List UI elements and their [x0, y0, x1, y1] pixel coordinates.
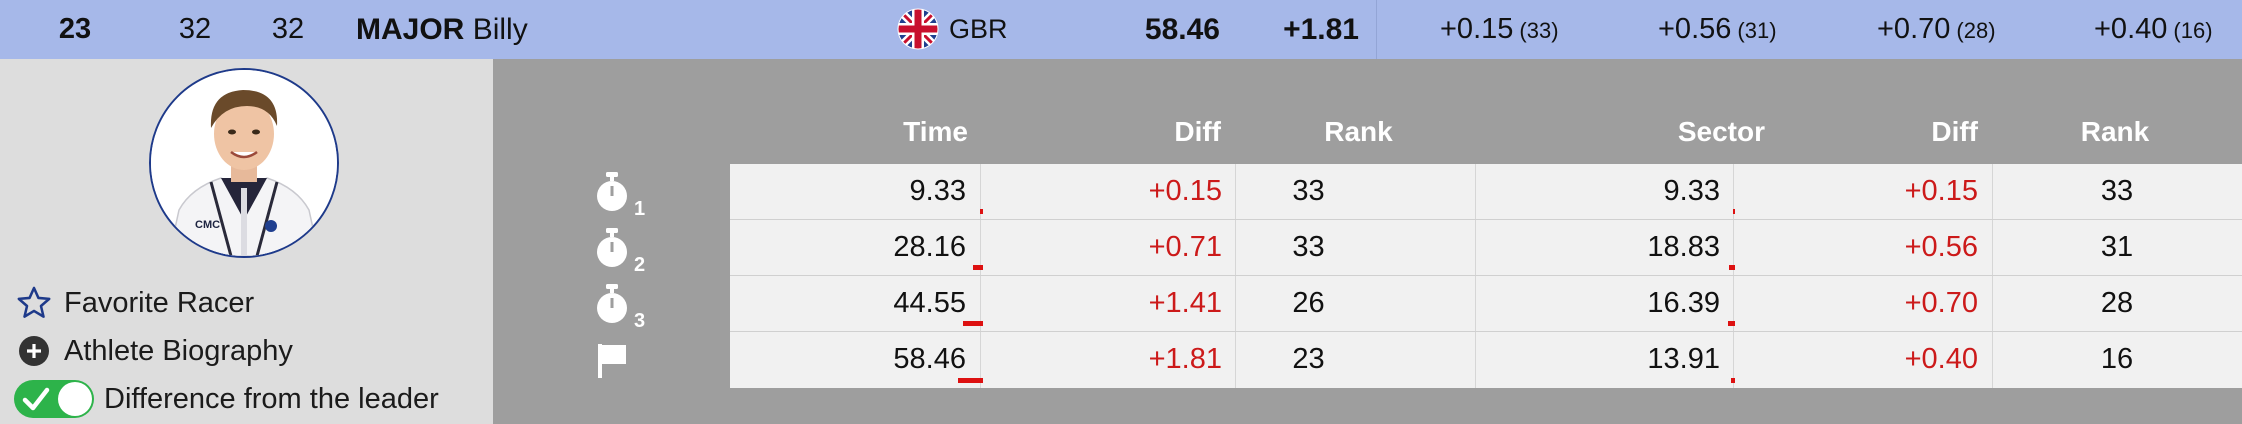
table-row[interactable]: 44.55 +1.41 26 16.39 +0.70 28 [730, 276, 2242, 332]
total-time: 58.46 [1144, 13, 1220, 46]
column-header-sector-rank: Rank [2080, 116, 2150, 147]
bib-number: 32 [178, 13, 212, 45]
athlete-name: MAJOR Billy [356, 0, 528, 59]
sector-rank-cell: 16 [2100, 343, 2134, 375]
athlete-biography-label: Athlete Biography [64, 334, 293, 367]
split-4-summary: +0.40 (16) [2094, 0, 2213, 59]
time-diff-indicator [973, 265, 983, 270]
split-1-marker: 1 [592, 170, 672, 226]
finish-marker [592, 340, 672, 396]
sector-rank-cell: 31 [2100, 231, 2134, 263]
difference-toggle-switch[interactable] [14, 380, 94, 418]
split-3-marker: 3 [592, 282, 672, 338]
split-rank: (33) [1519, 18, 1559, 43]
athlete-info-panel: CMC Favorite Racer Athlete Biography Dif… [0, 59, 493, 424]
sector-diff-cell: +0.15 [1904, 175, 1978, 207]
split-diff: +0.40 [2094, 13, 2168, 45]
diff-cell: +0.15 [1148, 175, 1222, 207]
time-diff-indicator [958, 378, 983, 383]
rank-cell: 26 [1292, 287, 1325, 319]
diff-cell: +1.41 [1148, 287, 1222, 319]
star-icon [14, 283, 54, 323]
time-cell: 44.55 [893, 287, 966, 319]
start-number: 32 [271, 13, 305, 45]
split-rank: (31) [1737, 18, 1777, 43]
total-diff: +1.81 [1283, 13, 1359, 46]
split-diff: +0.56 [1658, 13, 1732, 45]
table-row[interactable]: 58.46 +1.81 23 13.91 +0.40 16 [730, 332, 2242, 387]
split-number: 1 [634, 198, 646, 220]
split-times-table: 9.33 +0.15 33 9.33 +0.15 33 28.16 +0.71 … [730, 164, 2242, 388]
time-cell: 9.33 [909, 175, 966, 207]
sector-diff-cell: +0.70 [1904, 287, 1978, 319]
column-header-diff: Diff [1174, 116, 1221, 147]
favorite-racer-label: Favorite Racer [64, 286, 255, 319]
stopwatch-icon [597, 284, 627, 323]
toggle-knob [58, 382, 92, 416]
rank-cell: 33 [1292, 231, 1325, 263]
column-header-time: Time [903, 116, 968, 147]
time-diff-indicator [980, 209, 983, 214]
stopwatch-icon [597, 172, 627, 211]
nation-code: GBR [949, 14, 1008, 44]
sector-rank-cell: 33 [2100, 175, 2134, 207]
sector-diff-indicator [1733, 209, 1735, 214]
plus-circle-icon [14, 331, 54, 371]
split-2-summary: +0.56 (31) [1658, 0, 1777, 59]
column-header-sector: Sector [1677, 116, 1765, 147]
sector-cell: 9.33 [1663, 175, 1720, 207]
rank-cell: 33 [1292, 175, 1325, 207]
table-row[interactable]: 9.33 +0.15 33 9.33 +0.15 33 [730, 164, 2242, 220]
athlete-biography-button[interactable]: Athlete Biography [14, 329, 293, 373]
sector-cell: 16.39 [1647, 287, 1720, 319]
column-header-sector-diff: Diff [1931, 116, 1978, 147]
sector-diff-cell: +0.40 [1904, 343, 1978, 375]
split-2-marker: 2 [592, 226, 672, 282]
favorite-racer-button[interactable]: Favorite Racer [14, 281, 254, 325]
time-cell: 28.16 [893, 231, 966, 263]
difference-from-leader-label: Difference from the leader [104, 382, 439, 415]
overall-rank: 23 [58, 13, 92, 45]
time-diff-indicator [963, 321, 983, 326]
diff-cell: +0.71 [1148, 231, 1222, 263]
sector-rank-cell: 28 [2100, 287, 2134, 319]
split-rank: (28) [1956, 18, 1996, 43]
split-1-summary: +0.15 (33) [1440, 0, 1559, 59]
time-cell: 58.46 [893, 343, 966, 375]
difference-from-leader-toggle-row[interactable]: Difference from the leader [14, 377, 439, 421]
diff-cell: +1.81 [1148, 343, 1222, 375]
athlete-last-name: MAJOR [356, 13, 465, 46]
sector-diff-indicator [1728, 321, 1735, 326]
sector-diff-indicator [1729, 265, 1735, 270]
split-rank: (16) [2173, 18, 2213, 43]
sector-diff-indicator [1731, 378, 1735, 383]
split-number: 2 [634, 254, 646, 276]
split-3-summary: +0.70 (28) [1877, 0, 1996, 59]
jacket-logo-text: CMC [195, 219, 220, 231]
sector-diff-cell: +0.56 [1904, 231, 1978, 263]
column-header-rank: Rank [1324, 116, 1393, 147]
gbr-flag-icon [897, 8, 939, 50]
checkmark-icon [22, 387, 50, 411]
rank-cell: 23 [1292, 343, 1325, 375]
sector-cell: 13.91 [1647, 343, 1720, 375]
header-divider [1376, 0, 1377, 59]
finish-flag-icon [598, 344, 626, 378]
split-diff: +0.70 [1877, 13, 1951, 45]
split-diff: +0.15 [1440, 13, 1514, 45]
stopwatch-icon [597, 228, 627, 267]
sector-cell: 18.83 [1647, 231, 1720, 263]
table-row[interactable]: 28.16 +0.71 33 18.83 +0.56 31 [730, 220, 2242, 276]
split-number: 3 [634, 310, 646, 332]
athlete-photo: CMC [149, 68, 339, 258]
athlete-header-row[interactable]: 23 32 32 MAJOR Billy GBR 58.46 +1.81 +0.… [0, 0, 2242, 59]
athlete-first-name: Billy [472, 13, 528, 46]
